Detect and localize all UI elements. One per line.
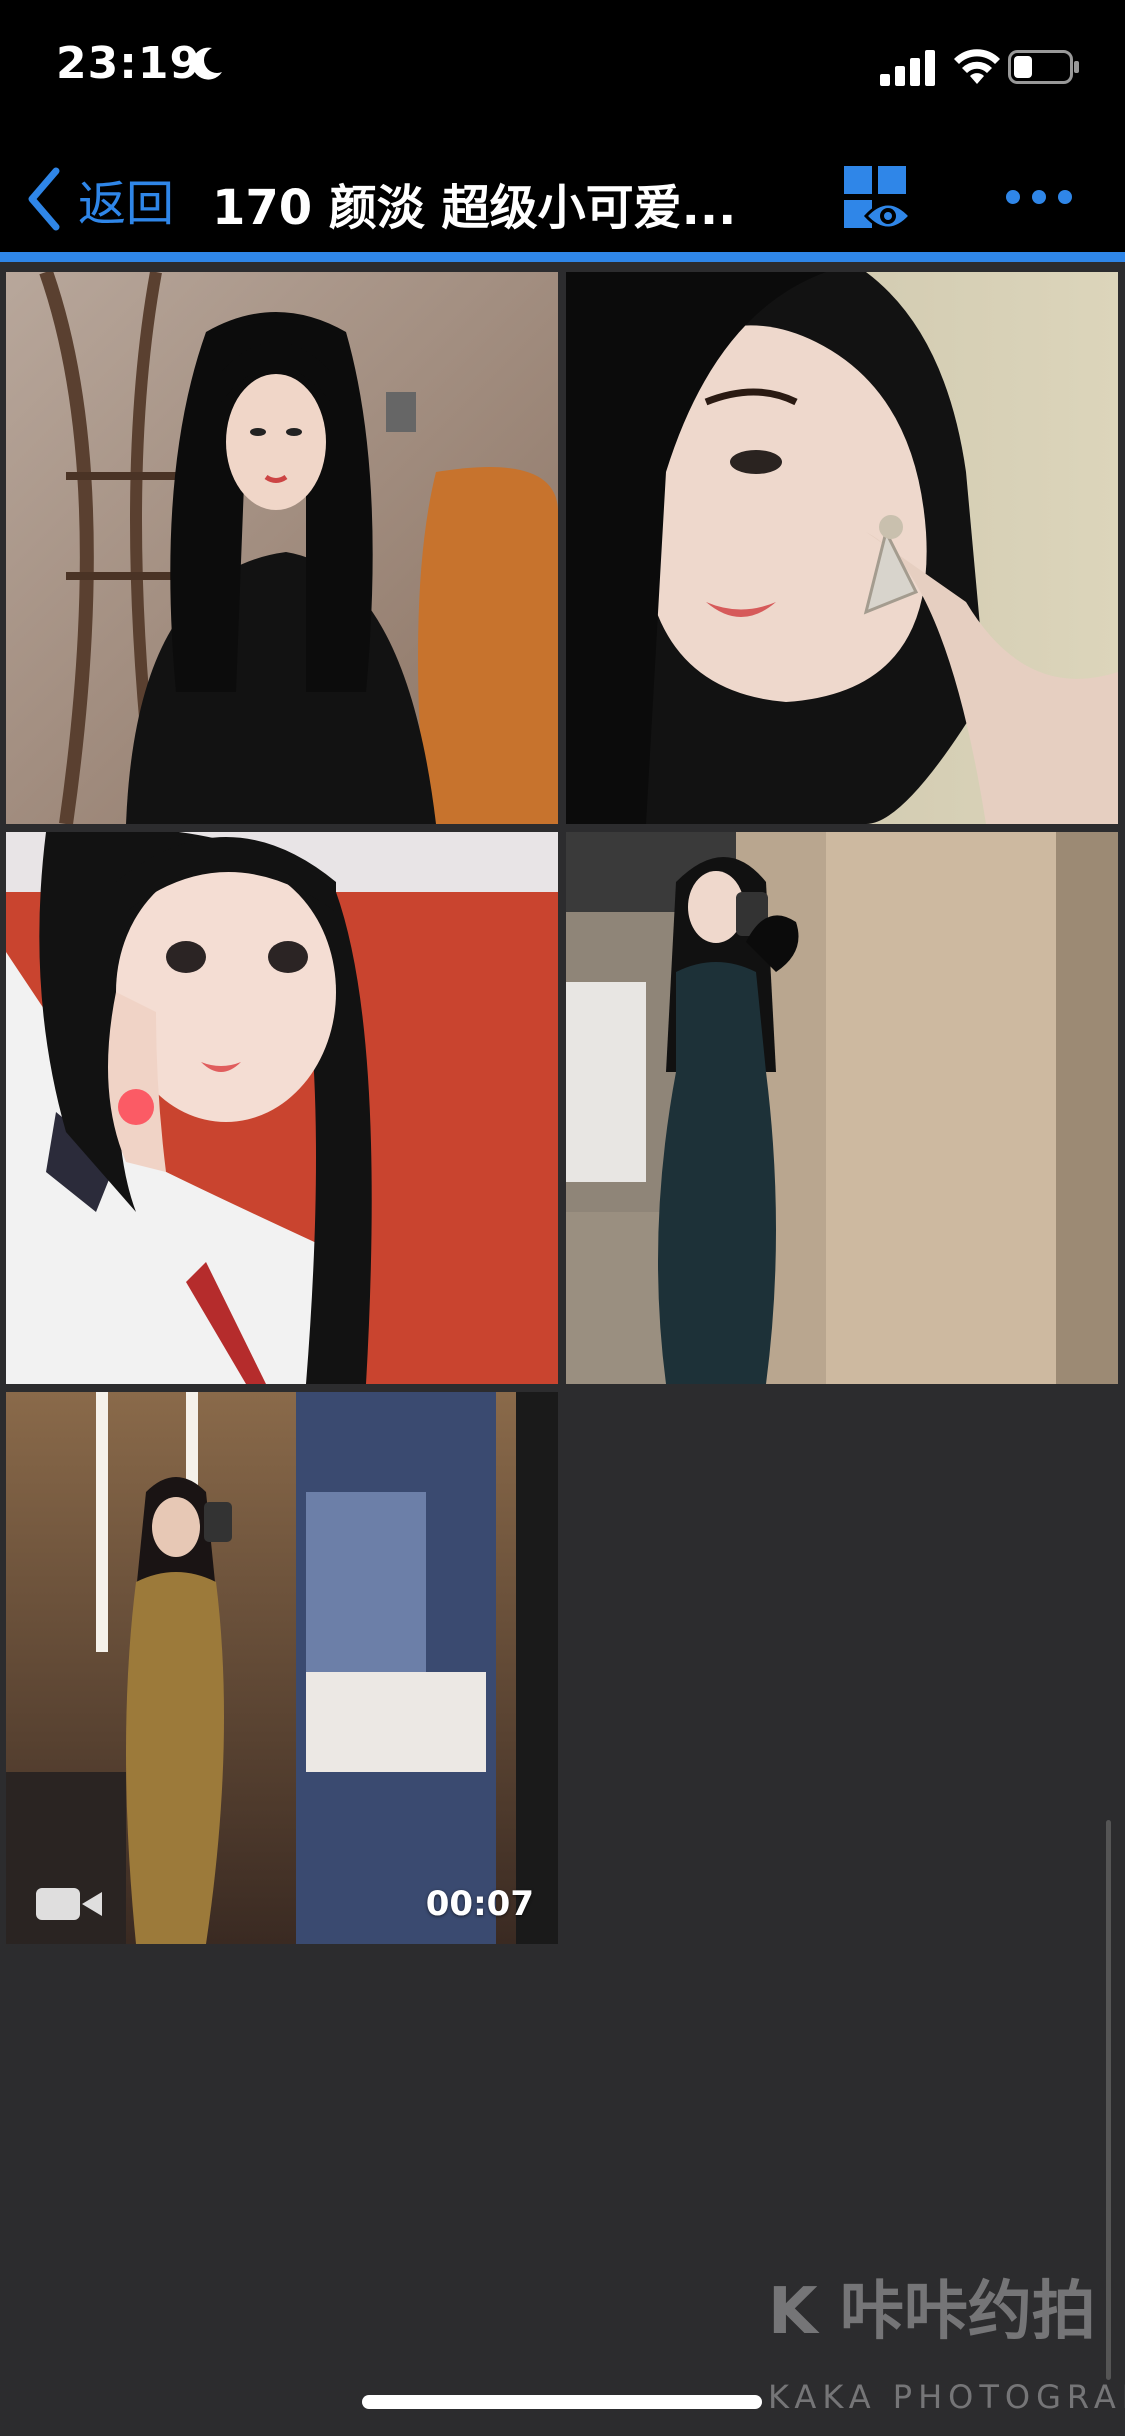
battery-icon xyxy=(1008,50,1079,84)
nav-bar: 返回 170 颜淡 超级小可爱... xyxy=(0,150,1125,250)
watermark-main: K 咔咔约拍 xyxy=(768,2275,1096,2349)
photo-thumbnail[interactable] xyxy=(6,832,558,1384)
back-button[interactable]: 返回 xyxy=(24,164,174,234)
photo-thumbnail[interactable] xyxy=(566,272,1118,824)
top-accent-bar xyxy=(0,252,1125,262)
watermark: K 咔咔约拍 KAKA PHOTOGRAPH xyxy=(768,2260,1125,2416)
watermark-sub: KAKA PHOTOGRAPH xyxy=(768,2378,1125,2416)
photo-image xyxy=(566,272,1118,824)
more-icon[interactable] xyxy=(1004,182,1074,212)
moon-icon xyxy=(192,47,222,80)
video-thumbnail[interactable]: 00:07 xyxy=(6,1392,558,1944)
back-label: 返回 xyxy=(78,176,175,232)
top-bar: 23:19 返回 170 颜淡 超级小可爱... xyxy=(0,0,1125,255)
photo-thumbnail[interactable] xyxy=(566,832,1118,1384)
album-title: 170 颜淡 超级小可爱... xyxy=(212,180,737,236)
photo-image xyxy=(6,832,558,1384)
photo-image xyxy=(6,272,558,824)
video-image xyxy=(6,1392,558,1944)
photo-thumbnail[interactable] xyxy=(6,272,558,824)
chevron-left-icon xyxy=(28,167,60,231)
grid-eye-icon[interactable] xyxy=(842,164,912,234)
video-duration: 00:07 xyxy=(425,1884,534,1924)
status-time: 23:19 xyxy=(56,38,202,89)
scroll-indicator[interactable] xyxy=(1106,1820,1111,2380)
home-indicator[interactable] xyxy=(362,2395,762,2409)
status-bar: 23:19 xyxy=(0,0,1125,140)
video-camera-icon xyxy=(36,1888,102,1920)
signal-icon xyxy=(880,50,935,86)
wifi-icon xyxy=(954,49,1000,84)
photo-image xyxy=(566,832,1118,1384)
